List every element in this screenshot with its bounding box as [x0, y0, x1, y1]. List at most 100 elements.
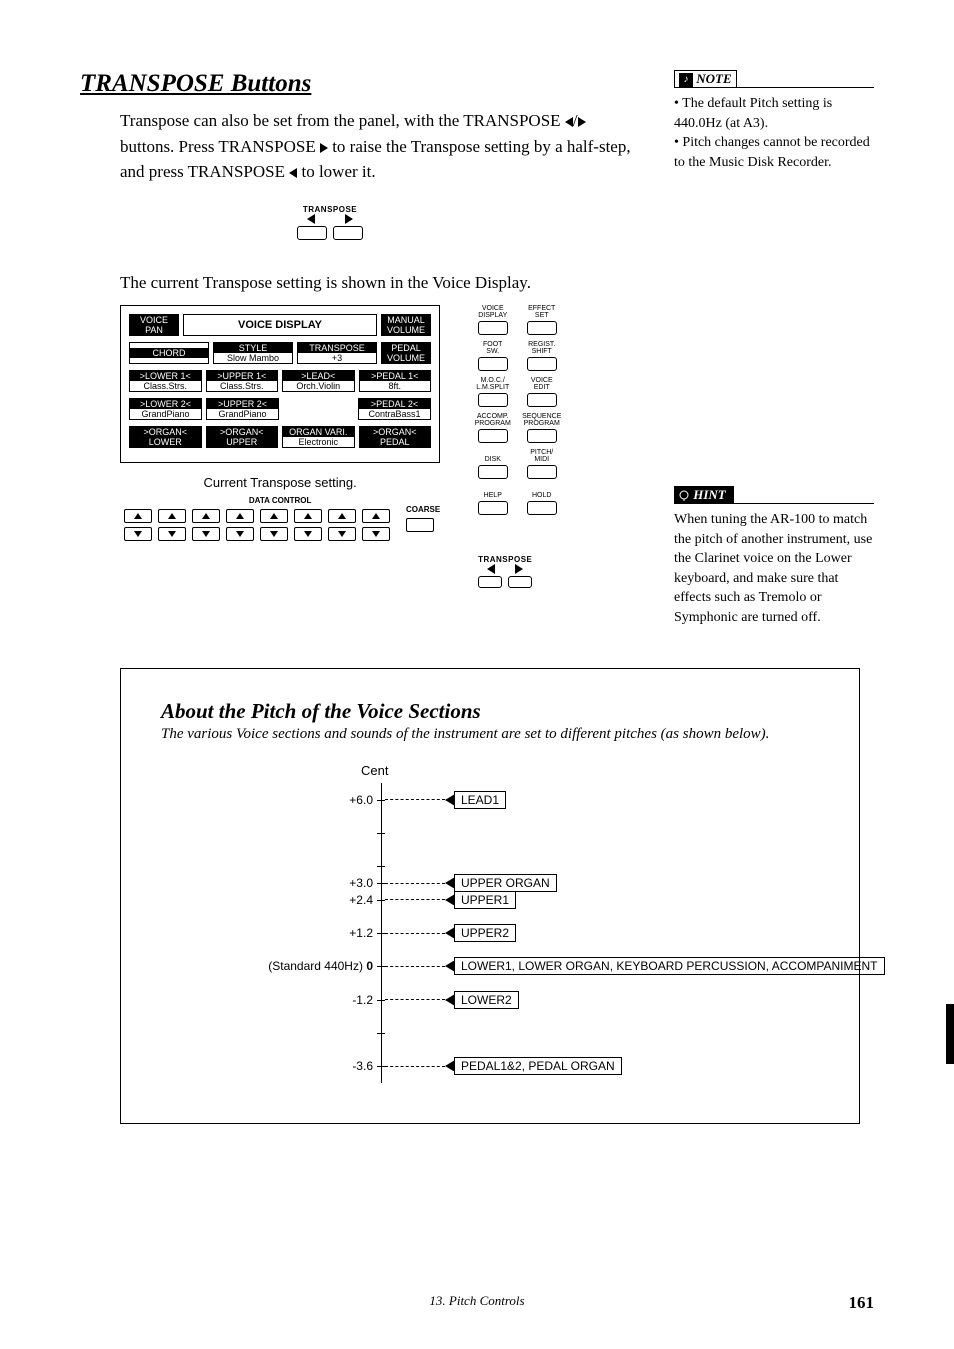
dc-up-button[interactable]: [124, 509, 152, 523]
chart-datapoint: LEAD1: [385, 791, 506, 809]
right-arrow-icon: [515, 564, 523, 574]
footer-chapter: 13.: [429, 1293, 445, 1308]
panel-item: PITCH/ MIDI: [519, 449, 564, 479]
panel-label: VOICE DISPLAY: [478, 305, 507, 319]
panel-label: ACCOMP. PROGRAM: [475, 413, 511, 427]
dc-down-button[interactable]: [192, 527, 220, 541]
panel-label: M.O.C./ L.M.SPLIT: [476, 377, 509, 391]
transpose-buttons-illustration: TRANSPOSE: [280, 205, 380, 240]
dc-up-button[interactable]: [362, 509, 390, 523]
vd-lower1: >LOWER 1<Class.Strs.: [129, 370, 202, 392]
panel-item: HELP: [470, 485, 515, 515]
left-arrow-icon: [565, 117, 573, 127]
panel-button[interactable]: [527, 321, 557, 335]
vd-organ-vari: ORGAN VARI.Electronic: [282, 426, 355, 448]
coarse-button[interactable]: [406, 518, 434, 532]
dc-up-button[interactable]: [260, 509, 288, 523]
tick-label: +2.4: [349, 893, 373, 907]
tick: [377, 1066, 385, 1067]
coarse-label: COARSE: [406, 505, 440, 514]
panel-button[interactable]: [527, 429, 557, 443]
panel-button[interactable]: [527, 501, 557, 515]
transpose-down-button[interactable]: [478, 576, 502, 588]
intro-part2: buttons. Press TRANSPOSE: [120, 137, 320, 156]
panel-button[interactable]: [478, 393, 508, 407]
dc-down-button[interactable]: [294, 527, 322, 541]
dc-up-button[interactable]: [294, 509, 322, 523]
vd-organ-pedal: >ORGAN<PEDAL: [359, 426, 432, 448]
panel-label: SEQUENCE PROGRAM: [522, 413, 561, 427]
transpose-up-button[interactable]: [333, 226, 363, 240]
panel-item: FOOT SW.: [470, 341, 515, 371]
tick: [377, 1000, 385, 1001]
dc-up-button[interactable]: [158, 509, 186, 523]
tick: [377, 900, 385, 901]
panel-button[interactable]: [478, 501, 508, 515]
data-control-down-row: [124, 527, 390, 541]
panel-button[interactable]: [478, 321, 508, 335]
vd-chord: CHORD: [129, 342, 209, 364]
note-header: ♪ NOTE: [674, 70, 737, 88]
vd-pedal1: >PEDAL 1<8ft.: [359, 370, 432, 392]
about-box: About the Pitch of the Voice Sections Th…: [120, 668, 860, 1124]
dc-up-button[interactable]: [328, 509, 356, 523]
data-control-up-row: [124, 509, 390, 523]
panel-button[interactable]: [527, 465, 557, 479]
datapoint-label: PEDAL1&2, PEDAL ORGAN: [454, 1057, 622, 1075]
vd-style: STYLESlow Mambo: [213, 342, 293, 364]
dashed-line: [385, 883, 445, 884]
right-arrow-icon: [345, 214, 353, 224]
vd-caption: Current Transpose setting.: [120, 475, 440, 490]
datapoint-label: UPPER2: [454, 924, 516, 942]
dc-up-button[interactable]: [192, 509, 220, 523]
tick: [377, 833, 385, 834]
panel-item: SEQUENCE PROGRAM: [519, 413, 564, 443]
panel-button[interactable]: [527, 357, 557, 371]
tick-label: +1.2: [349, 926, 373, 940]
transpose-label: TRANSPOSE: [478, 555, 532, 564]
panel-button[interactable]: [478, 429, 508, 443]
dashed-line: [385, 933, 445, 934]
edge-tab: [946, 1004, 954, 1064]
panel-label: DISK: [485, 449, 501, 463]
dashed-line: [385, 1066, 445, 1067]
panel-item: VOICE EDIT: [519, 377, 564, 407]
vd-organ-lower: >ORGAN<LOWER: [129, 426, 202, 448]
intro-text: Transpose can also be set from the panel…: [120, 108, 640, 185]
transpose-down-button[interactable]: [297, 226, 327, 240]
datapoint-label: LEAD1: [454, 791, 506, 809]
dc-up-button[interactable]: [226, 509, 254, 523]
data-control-label: DATA CONTROL: [120, 496, 440, 505]
panel-item: REGIST. SHIFT: [519, 341, 564, 371]
panel-item: HOLD: [519, 485, 564, 515]
dc-down-button[interactable]: [158, 527, 186, 541]
chart-datapoint: PEDAL1&2, PEDAL ORGAN: [385, 1057, 622, 1075]
tick-label: (Standard 440Hz) 0: [268, 959, 373, 973]
left-arrow-icon: [487, 564, 495, 574]
dc-down-button[interactable]: [226, 527, 254, 541]
panel-label: EFFECT SET: [528, 305, 555, 319]
dc-down-button[interactable]: [328, 527, 356, 541]
transpose-up-button[interactable]: [508, 576, 532, 588]
tick: [377, 866, 385, 867]
vd-voice-pan: VOICE PAN: [129, 314, 179, 336]
note-box: ♪ NOTE • The default Pitch setting is 44…: [674, 70, 874, 172]
footer-title: Pitch Controls: [449, 1293, 525, 1308]
tick: [377, 1033, 385, 1034]
dc-down-button[interactable]: [260, 527, 288, 541]
dc-down-button[interactable]: [124, 527, 152, 541]
panel-button[interactable]: [478, 357, 508, 371]
chart-datapoint: UPPER2: [385, 924, 516, 942]
panel-button[interactable]: [478, 465, 508, 479]
vd-manual-volume: MANUAL VOLUME: [381, 314, 431, 336]
dashed-line: [385, 999, 445, 1000]
vd-pedal2: >PEDAL 2<ContraBass1: [358, 398, 431, 420]
left-arrow-icon: [289, 168, 297, 178]
vd-pedal-volume: PEDAL VOLUME: [381, 342, 431, 364]
footer: 13. Pitch Controls: [0, 1293, 954, 1309]
dc-down-button[interactable]: [362, 527, 390, 541]
hint-header-text: HINT: [693, 487, 726, 502]
panel-button[interactable]: [527, 393, 557, 407]
chart-datapoint: UPPER1: [385, 891, 516, 909]
panel-item: DISK: [470, 449, 515, 479]
